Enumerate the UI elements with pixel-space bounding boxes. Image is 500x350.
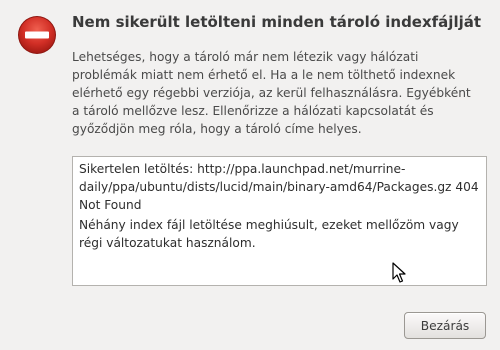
details-error-line: Sikertelen letöltés: http://ppa.launchpa… xyxy=(79,162,479,212)
details-text-area[interactable]: Sikertelen letöltés: http://ppa.launchpa… xyxy=(72,156,487,286)
error-icon xyxy=(18,16,56,54)
close-button[interactable]: Bezárás xyxy=(404,312,486,339)
dialog-title: Nem sikerült letölteni minden tároló ind… xyxy=(72,13,482,31)
dialog-message: Lehetséges, hogy a tároló már nem létezi… xyxy=(72,50,471,136)
details-summary-line: Néhány index fájl letöltése meghiúsult, … xyxy=(79,218,459,250)
mouse-pointer-icon xyxy=(392,262,406,283)
error-dialog: Nem sikerült letölteni minden tároló ind… xyxy=(0,0,500,350)
